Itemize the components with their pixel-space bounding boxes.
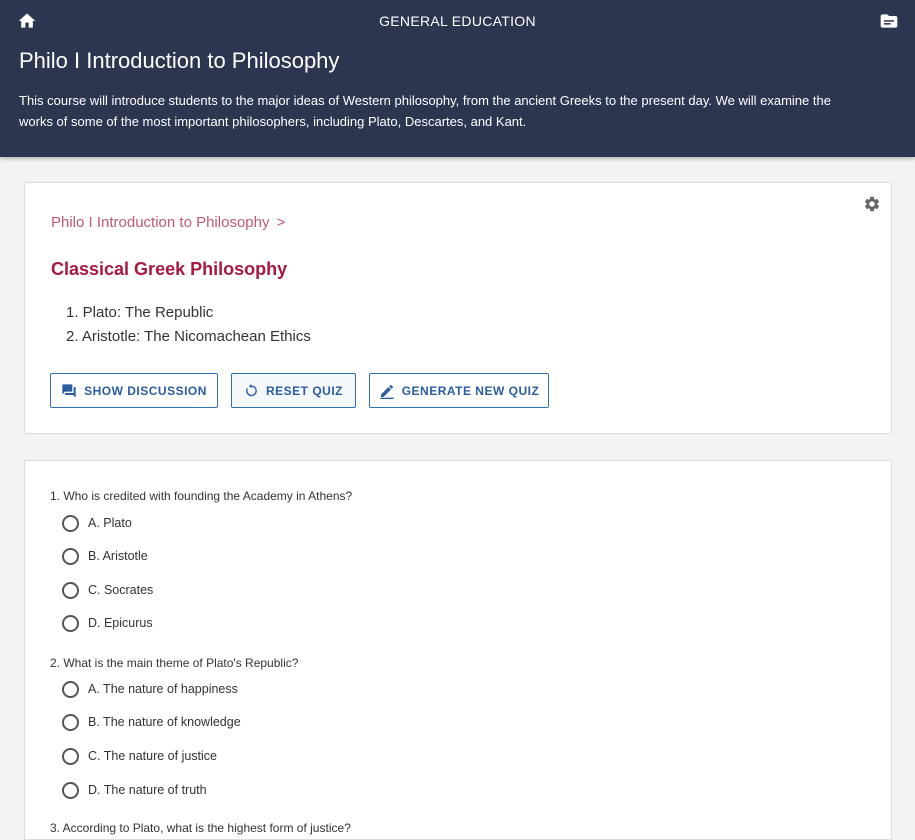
radio-button[interactable] <box>62 581 79 599</box>
answer-option[interactable]: B. The nature of knowledge <box>62 712 241 732</box>
section-title: Classical Greek Philosophy <box>51 259 288 279</box>
answer-option[interactable]: A. The nature of happiness <box>62 679 238 699</box>
gear-icon <box>864 196 880 212</box>
radio-button[interactable] <box>62 781 79 799</box>
readings-list: 1. Plato: The Republic 2. Aristotle: The… <box>66 301 311 349</box>
show-discussion-button[interactable]: SHOW DISCUSSION <box>50 373 218 408</box>
app-header: GENERAL EDUCATION Philo I Introduction t… <box>0 0 915 157</box>
breadcrumb-course-link[interactable]: Philo I Introduction to Philosophy <box>51 214 269 231</box>
option-label: C. The nature of justice <box>88 749 218 763</box>
folder-button[interactable] <box>879 11 899 31</box>
lesson-card: Philo I Introduction to Philosophy > Clas… <box>24 182 892 434</box>
answer-option[interactable]: C. The nature of justice <box>62 746 217 766</box>
folder-icon <box>880 14 898 28</box>
question-text: 2. What is the main theme of Plato's Rep… <box>50 656 299 670</box>
forum-icon <box>62 383 76 398</box>
answer-option[interactable]: D. The nature of truth <box>62 780 207 800</box>
course-description: This course will introduce students to t… <box>19 93 831 129</box>
edit-icon <box>380 384 394 399</box>
reset-quiz-label: RESET QUIZ <box>265 383 343 398</box>
radio-button[interactable] <box>62 547 79 565</box>
reading-item: 2. Aristotle: The Nicomachean Ethics <box>66 328 311 345</box>
answer-option[interactable]: C. Socrates <box>62 580 153 600</box>
option-label: D. The nature of truth <box>88 783 207 797</box>
option-label: D. Epicurus <box>88 616 153 630</box>
question-text: 1. Who is credited with founding the Aca… <box>50 489 353 503</box>
app-title: GENERAL EDUCATION <box>379 13 536 29</box>
radio-button[interactable] <box>62 614 79 632</box>
option-label: B. The nature of knowledge <box>88 715 241 729</box>
reading-item: 1. Plato: The Republic <box>66 304 214 321</box>
option-label: A. Plato <box>88 516 132 530</box>
answer-option[interactable]: B. Aristotle <box>62 546 148 566</box>
generate-new-quiz-button[interactable]: GENERATE NEW QUIZ <box>369 373 549 408</box>
radio-button[interactable] <box>62 747 79 765</box>
show-discussion-label: SHOW DISCUSSION <box>84 383 207 398</box>
reset-icon <box>246 383 257 397</box>
radio-button[interactable] <box>62 680 79 698</box>
radio-button[interactable] <box>62 514 79 532</box>
radio-button[interactable] <box>62 713 79 731</box>
question-text: 3. According to Plato, what is the highe… <box>50 821 351 835</box>
reset-quiz-button[interactable]: RESET QUIZ <box>231 373 356 408</box>
generate-new-quiz-label: GENERATE NEW QUIZ <box>401 383 540 398</box>
course-title: Philo I Introduction to Philosophy <box>19 48 340 73</box>
quiz-card: 1. Who is credited with founding the Aca… <box>24 460 892 840</box>
breadcrumb[interactable]: Philo I Introduction to Philosophy > <box>51 214 285 231</box>
option-label: B. Aristotle <box>88 549 148 563</box>
option-label: C. Socrates <box>88 583 154 597</box>
answer-option[interactable]: D. Epicurus <box>62 613 153 633</box>
option-label: A. The nature of happiness <box>88 682 238 696</box>
breadcrumb-separator: > <box>276 214 286 231</box>
settings-button[interactable] <box>863 195 881 213</box>
answer-option[interactable]: A. Plato <box>62 513 132 533</box>
